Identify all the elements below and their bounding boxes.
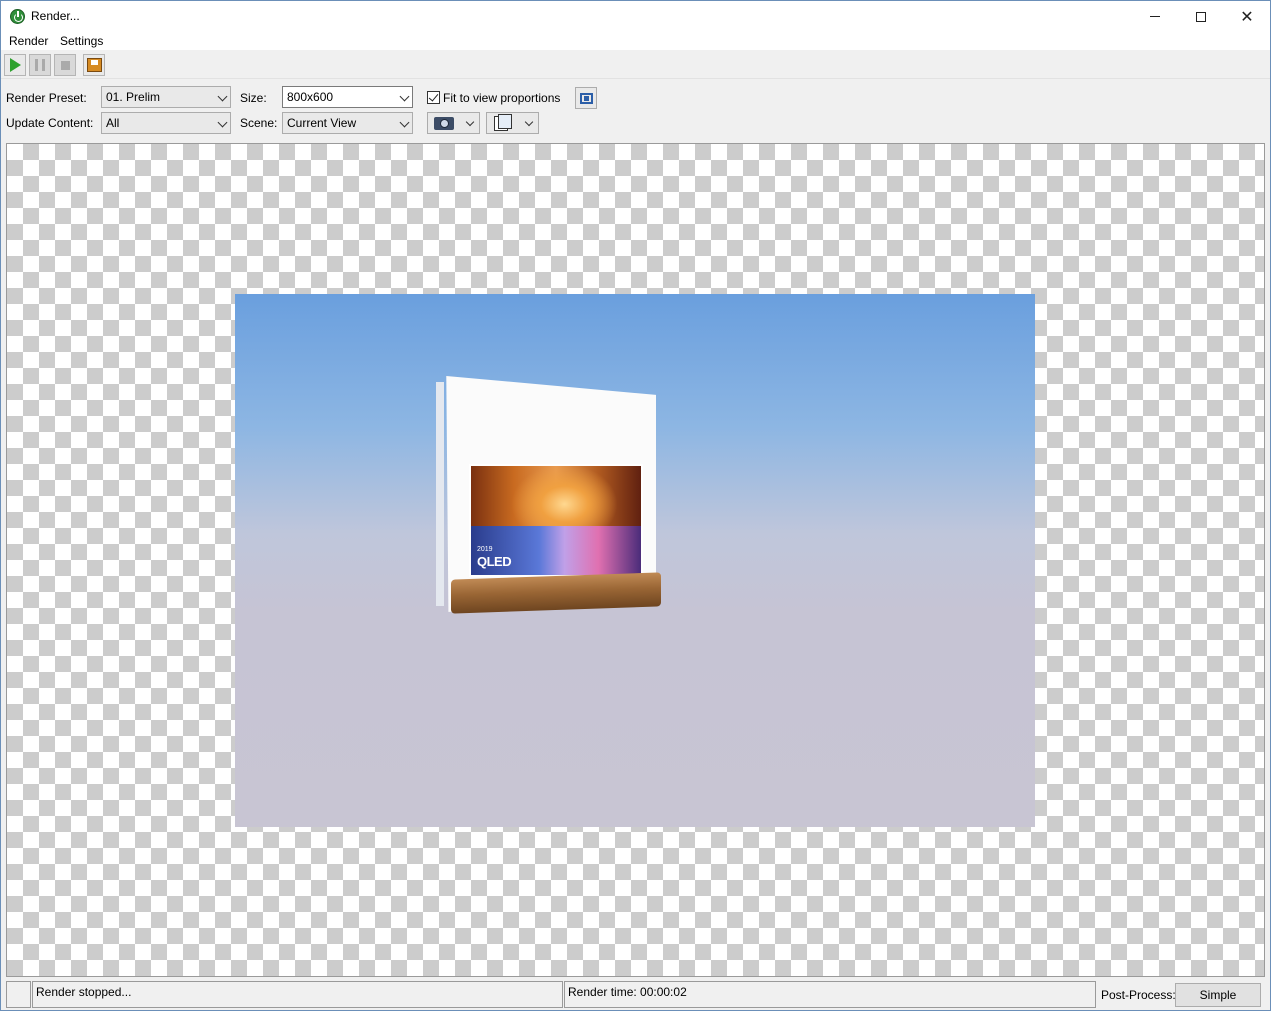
tv-brand-text: QLED — [477, 554, 512, 569]
chevron-down-icon — [524, 117, 534, 127]
chevron-down-icon — [465, 117, 475, 127]
update-content-label: Update Content: — [6, 116, 94, 130]
render-options: Render Preset: 01. Prelim Size: 800x600 … — [1, 80, 1270, 140]
scene-value: Current View — [287, 116, 357, 130]
minimize-icon — [1150, 16, 1160, 17]
save-image-icon — [86, 58, 102, 72]
render-window: Render... ✕ Render Settings Render Prese… — [0, 0, 1271, 1011]
title-bar[interactable]: Render... ✕ — [1, 1, 1270, 32]
copy-dropdown-button[interactable] — [486, 112, 539, 134]
stop-render-button[interactable] — [54, 54, 76, 76]
window-title: Render... — [31, 9, 80, 23]
menu-settings[interactable]: Settings — [60, 34, 103, 48]
frame-icon — [579, 92, 593, 104]
post-process-button[interactable]: Simple — [1175, 983, 1261, 1007]
wooden-base — [451, 572, 661, 614]
toolbar — [1, 51, 1270, 79]
maximize-icon — [1196, 11, 1206, 22]
menu-render[interactable]: Render — [9, 34, 48, 48]
render-preset-select[interactable]: 01. Prelim — [101, 86, 231, 108]
fit-to-view-checkbox[interactable] — [427, 91, 440, 104]
chevron-down-icon — [399, 91, 410, 102]
power-icon — [10, 9, 25, 24]
render-preset-value: 01. Prelim — [106, 90, 161, 104]
play-icon — [9, 58, 21, 72]
start-render-button[interactable] — [4, 54, 26, 76]
fit-view-button[interactable] — [575, 87, 597, 109]
save-image-button[interactable] — [83, 54, 105, 76]
camera-dropdown-button[interactable] — [427, 112, 480, 134]
status-bar: Render stopped... Render time: 00:00:02 … — [1, 979, 1270, 1010]
update-content-select[interactable]: All — [101, 112, 231, 134]
chevron-down-icon — [399, 117, 410, 128]
copy-icon — [494, 114, 512, 131]
rendered-image: 2019 QLED — [235, 294, 1035, 827]
pause-render-button[interactable] — [29, 54, 51, 76]
tv-year-text: 2019 — [477, 546, 493, 553]
scene-select[interactable]: Current View — [282, 112, 413, 134]
close-button[interactable]: ✕ — [1224, 1, 1270, 32]
fit-to-view-label[interactable]: Fit to view proportions — [443, 91, 560, 105]
tv-screen: 2019 QLED — [469, 464, 643, 577]
scene-label: Scene: — [240, 116, 278, 130]
maximize-button[interactable] — [1178, 1, 1224, 32]
render-preset-label: Render Preset: — [6, 91, 87, 105]
status-message: Render stopped... — [32, 981, 563, 1008]
size-label: Size: — [240, 91, 267, 105]
size-select[interactable]: 800x600 — [282, 86, 413, 108]
pause-icon — [35, 59, 45, 71]
update-content-value: All — [106, 116, 120, 130]
close-icon: ✕ — [1240, 8, 1254, 26]
render-viewport[interactable]: 2019 QLED — [6, 143, 1265, 977]
chevron-down-icon — [217, 91, 228, 102]
stop-icon — [60, 60, 70, 70]
chevron-down-icon — [217, 117, 228, 128]
size-value: 800x600 — [287, 90, 334, 104]
render-time: Render time: 00:00:02 — [564, 981, 1096, 1008]
post-process-label: Post-Process: — [1101, 988, 1176, 1002]
display-board-edge — [436, 382, 444, 606]
minimize-button[interactable] — [1132, 1, 1178, 32]
menu-bar: Render Settings — [1, 32, 1270, 50]
status-indicator — [6, 981, 31, 1008]
camera-icon — [434, 117, 454, 130]
